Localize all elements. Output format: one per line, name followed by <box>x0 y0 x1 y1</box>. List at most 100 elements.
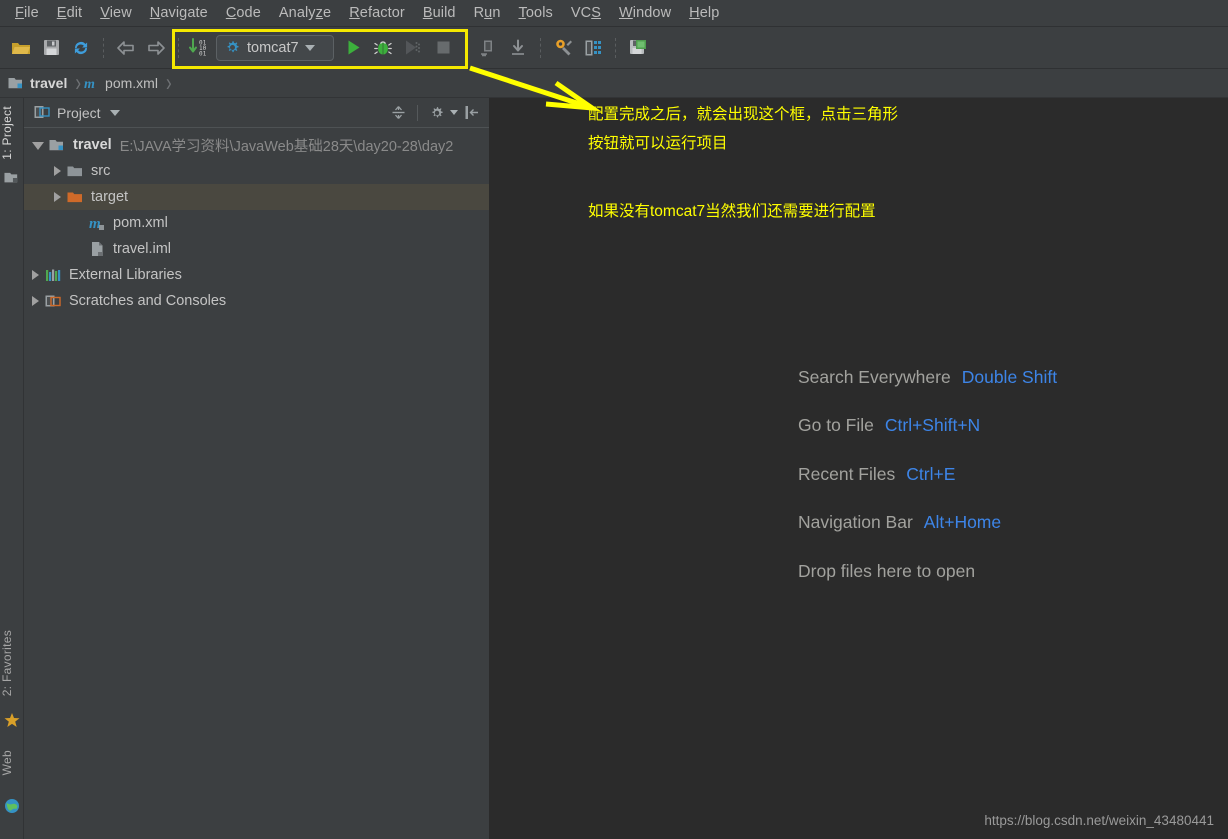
hide-panel-icon[interactable] <box>461 102 483 124</box>
editor-shortcuts-list: Search Everywhere Double Shift Go to File C… <box>798 353 1057 596</box>
menu-item-file[interactable]: File <box>6 3 48 23</box>
save-all-green-icon[interactable] <box>623 33 653 63</box>
menu-item-edit[interactable]: Edit <box>48 3 91 23</box>
navigate-forward-icon[interactable] <box>141 33 171 63</box>
tree-node-path: E:\JAVA学习资料\JavaWeb基础28天\day20-28\day2 <box>119 138 454 155</box>
tomcat-config-icon <box>227 41 239 53</box>
toolbar-separator <box>615 37 616 58</box>
tree-row[interactable]: target <box>24 184 489 210</box>
shortcut-row: Drop files here to open <box>798 547 1057 596</box>
compile-icon[interactable]: 01 10 01 <box>186 33 214 63</box>
toolbar-separator <box>540 37 541 58</box>
menu-item-refactor[interactable]: Refactor <box>340 3 414 23</box>
maven-icon: m <box>89 215 107 231</box>
module-icon <box>4 172 18 183</box>
module-icon <box>8 77 22 88</box>
shortcut-key: Alt+Home <box>923 512 1002 533</box>
menu-bar: File Edit View Navigate Code Analyze Refactor B… <box>0 0 1228 27</box>
collapse-all-icon[interactable] <box>387 102 409 124</box>
shortcut-row: Recent Files Ctrl+E <box>798 450 1057 499</box>
project-view-chevron-down-icon[interactable] <box>109 109 120 116</box>
project-panel-title: Project <box>57 104 101 121</box>
tree-node-label: External Libraries <box>69 267 182 283</box>
sidebar-item-favorites[interactable]: 2: Favorites <box>0 626 24 700</box>
breadcrumb-project-label: travel <box>30 75 68 91</box>
run-with-coverage-button <box>398 33 428 63</box>
shortcut-row: Go to File Ctrl+Shift+N <box>798 402 1057 451</box>
svg-text:m: m <box>84 77 95 91</box>
idea-window: File Edit View Navigate Code Analyze Refactor B… <box>0 0 1228 839</box>
maven-icon: m <box>84 77 95 91</box>
tree-row[interactable]: m pom.xml <box>24 210 489 236</box>
sidebar-item-web[interactable]: Web <box>0 746 24 779</box>
menu-item-build[interactable]: Build <box>414 3 465 23</box>
scratches-icon <box>45 293 63 309</box>
star-icon <box>4 713 20 727</box>
project-icon <box>34 106 50 118</box>
menu-item-help[interactable]: Help <box>680 3 728 23</box>
sidebar-item-project[interactable]: 1: Project <box>0 102 24 164</box>
menu-item-run[interactable]: Run <box>465 3 510 23</box>
project-structure-icon[interactable] <box>578 33 608 63</box>
breadcrumb-project[interactable]: travel <box>8 75 71 91</box>
main-toolbar: 01 10 01 tomcat7 <box>0 27 1228 69</box>
update-project-icon[interactable] <box>473 33 503 63</box>
run-config-name: tomcat7 <box>247 39 299 56</box>
iml-icon <box>89 241 107 257</box>
tree-row[interactable]: src <box>24 158 489 184</box>
shortcut-row: Navigation Bar Alt+Home <box>798 499 1057 548</box>
project-tool-window: Project travel E:\JAVA学习资料\JavaWeb基础28天\… <box>24 98 490 839</box>
toolbar-separator <box>178 37 179 58</box>
annotation-line-2: 按钮就可以运行项目 <box>588 135 728 152</box>
tree-row[interactable]: travel E:\JAVA学习资料\JavaWeb基础28天\day20-28\… <box>24 132 489 158</box>
shortcut-key: Ctrl+Shift+N <box>884 415 981 436</box>
annotation-line-3: 如果没有tomcat7当然我们还需要进行配置 <box>588 203 876 220</box>
chevron-right-icon[interactable] <box>54 192 61 202</box>
navigation-bar: travel › m pom.xml › <box>0 69 1228 98</box>
chevron-right-icon[interactable] <box>32 296 39 306</box>
tree-row[interactable]: Scratches and Consoles <box>24 288 489 314</box>
save-all-icon[interactable] <box>36 33 66 63</box>
synchronize-icon[interactable] <box>66 33 96 63</box>
annotation-line-1: 配置完成之后，就会出现这个框，点击三角形 <box>588 106 899 123</box>
shortcut-name: Search Everywhere <box>798 366 951 387</box>
shortcut-name: Recent Files <box>798 463 896 484</box>
module-icon <box>49 137 67 153</box>
menu-item-analyze[interactable]: Analyze <box>270 3 340 23</box>
menu-item-tools[interactable]: Tools <box>510 3 562 23</box>
settings-icon[interactable] <box>548 33 578 63</box>
tree-node-label: travel.iml <box>113 241 172 257</box>
navigate-back-icon[interactable] <box>111 33 141 63</box>
menu-item-vcs[interactable]: VCS <box>562 3 610 23</box>
svg-text:m: m <box>89 216 101 231</box>
menu-item-code[interactable]: Code <box>217 3 270 23</box>
project-panel-header: Project <box>24 98 489 128</box>
chevron-right-icon[interactable] <box>54 166 61 176</box>
breadcrumb-chevron-icon: › <box>75 68 82 97</box>
tree-node-label: pom.xml <box>113 215 168 231</box>
breadcrumb-file[interactable]: m pom.xml <box>83 75 162 91</box>
tree-node-label: src <box>91 163 111 179</box>
menu-item-navigate[interactable]: Navigate <box>141 3 217 23</box>
shortcut-key: Double Shift <box>961 366 1058 387</box>
run-button[interactable] <box>338 33 368 63</box>
panel-settings-gear-icon[interactable] <box>426 102 448 124</box>
header-separator <box>417 104 418 121</box>
tree-row[interactable]: External Libraries <box>24 262 489 288</box>
open-project-icon[interactable] <box>6 33 36 63</box>
run-configuration-selector[interactable]: tomcat7 <box>216 34 334 61</box>
chevron-down-icon[interactable] <box>304 44 315 51</box>
debug-button[interactable] <box>368 33 398 63</box>
menu-item-window[interactable]: Window <box>610 3 680 23</box>
shortcut-name: Navigation Bar <box>798 512 913 533</box>
tree-row[interactable]: travel.iml <box>24 236 489 262</box>
tree-node-label: travel <box>73 137 112 153</box>
pull-icon[interactable] <box>503 33 533 63</box>
breadcrumb-chevron-icon: › <box>165 68 172 97</box>
toolbar-separator <box>465 37 466 58</box>
chevron-right-icon[interactable] <box>32 270 39 280</box>
menu-item-view[interactable]: View <box>91 3 141 23</box>
chevron-down-icon[interactable] <box>32 142 44 150</box>
settings-chevron-down-icon[interactable] <box>450 110 458 115</box>
tree-node-label: Scratches and Consoles <box>69 293 227 309</box>
